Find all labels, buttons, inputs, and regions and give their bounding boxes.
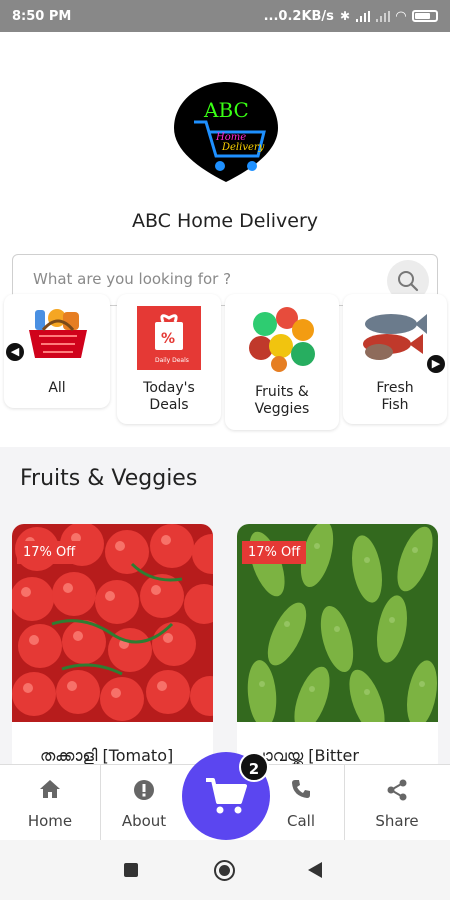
signal-icon-2 [376, 10, 390, 22]
gift-icon: % Daily Deals [137, 306, 201, 370]
nav-share[interactable]: Share [344, 765, 450, 841]
status-time: 8:50 PM [12, 8, 72, 24]
category-fresh-fish-label: Fresh Fish [376, 380, 414, 413]
brand-name: ABC Home Delivery [131, 210, 319, 232]
status-icons: ...0.2KB/s ✱ ◠ [264, 9, 438, 24]
nav-call-label: Call [286, 812, 315, 830]
product-name: തക്കാളി [Tomato] [40, 746, 174, 765]
basket-icon [29, 309, 87, 358]
section-title: Fruits & Veggies [20, 466, 198, 491]
nav-share-label: Share [375, 812, 419, 830]
category-fruits-veggies-label: Fruits & Veggies [254, 384, 310, 417]
search-icon [398, 271, 419, 292]
nav-call[interactable]: Call [262, 765, 340, 841]
share-icon [387, 779, 407, 801]
home-icon [40, 780, 60, 798]
wifi-icon: ◠ [396, 8, 406, 24]
cart-icon [206, 778, 247, 814]
cart-count-badge: 2 [239, 752, 269, 782]
app-logo: ABC Home Delivery [174, 82, 278, 182]
signal-icon [356, 10, 370, 22]
search-input[interactable]: What are you looking for ? [33, 270, 231, 288]
logo-subtext-2: Delivery [221, 142, 265, 153]
product-card-tomato[interactable]: 17% Off തക്കാളി [Tomato] [12, 524, 213, 774]
discount-badge: 17% Off [17, 541, 82, 564]
back-icon[interactable] [308, 862, 322, 878]
daily-deals-badge: Daily Deals [155, 357, 189, 364]
nav-home[interactable]: Home [0, 765, 100, 841]
scroll-right-icon[interactable]: ▶ [427, 355, 445, 373]
category-todays-deals[interactable]: % Daily Deals Today's Deals [117, 294, 221, 424]
recents-icon[interactable] [124, 863, 138, 877]
fruits-basket-icon [249, 307, 315, 372]
fish-icon [363, 314, 427, 360]
system-nav-bar [0, 840, 450, 900]
logo-text: ABC [203, 98, 249, 122]
phone-icon [292, 780, 310, 798]
info-icon [134, 780, 154, 800]
network-speed: ...0.2KB/s [263, 8, 334, 24]
battery-icon [412, 10, 438, 22]
nav-about-label: About [121, 812, 167, 830]
category-all-label: All [48, 380, 66, 396]
status-bar: 8:50 PM ...0.2KB/s ✱ ◠ [0, 0, 450, 32]
svg-text:%: % [161, 331, 175, 347]
product-card-bitter-gourd[interactable]: 17% Off പാവയ്ക്ക [Bitter [237, 524, 438, 774]
nav-home-label: Home [27, 812, 73, 830]
bluetooth-icon: ✱ [339, 9, 350, 23]
discount-badge: 17% Off [242, 541, 307, 564]
category-fruits-veggies[interactable]: Fruits & Veggies [225, 294, 339, 430]
nav-about[interactable]: About [100, 765, 188, 841]
home-system-icon[interactable] [214, 860, 235, 881]
category-todays-deals-label: Today's Deals [143, 380, 195, 413]
scroll-left-icon[interactable]: ◀ [6, 343, 24, 361]
